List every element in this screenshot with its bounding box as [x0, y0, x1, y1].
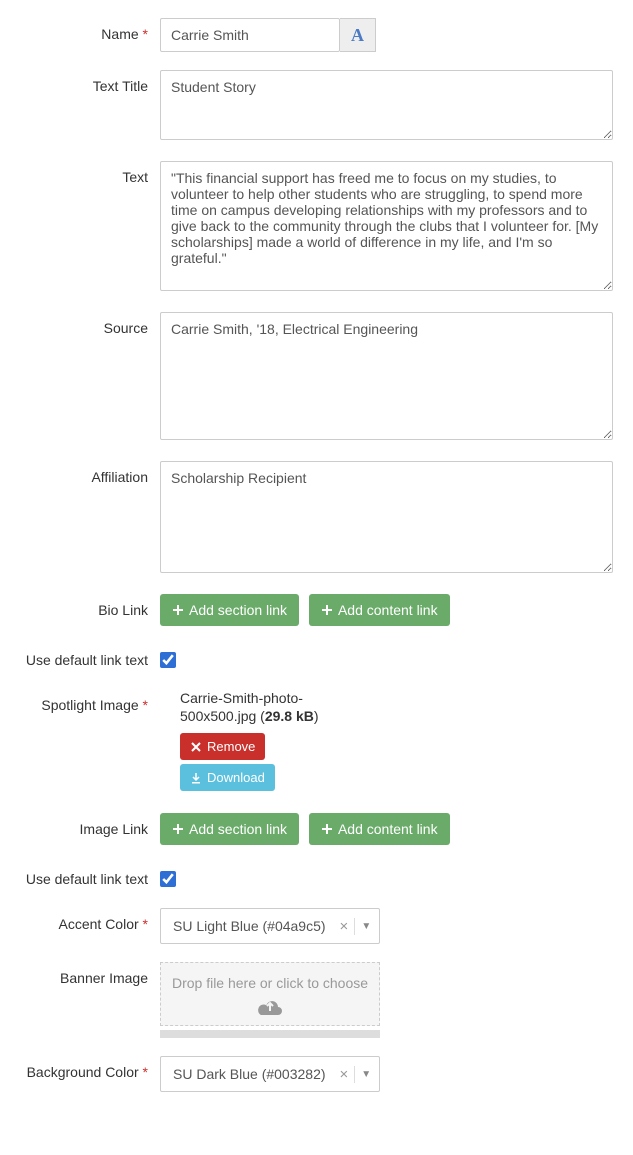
bio-add-content-link-button[interactable]: Add content link	[309, 594, 450, 626]
dropzone-progress	[160, 1030, 380, 1038]
use-default-link-text-bio-checkbox[interactable]	[160, 652, 176, 668]
download-icon	[190, 772, 202, 784]
download-button[interactable]: Download	[180, 764, 275, 791]
use-default-link-text-bio-label: Use default link text	[0, 644, 160, 671]
plus-icon	[321, 604, 333, 616]
name-label: Name *	[0, 18, 160, 52]
text-title-input[interactable]	[160, 70, 613, 140]
image-add-section-link-button[interactable]: Add section link	[160, 813, 299, 845]
background-color-select[interactable]: SU Dark Blue (#003282) × ▼	[160, 1056, 380, 1092]
text-input[interactable]	[160, 161, 613, 291]
chevron-down-icon: ▼	[361, 921, 371, 932]
use-default-link-text-image-checkbox[interactable]	[160, 871, 176, 887]
name-input[interactable]	[160, 18, 340, 52]
text-title-label: Text Title	[0, 70, 160, 143]
clear-icon[interactable]: ×	[334, 918, 356, 935]
x-icon	[190, 741, 202, 753]
plus-icon	[321, 823, 333, 835]
plus-icon	[172, 823, 184, 835]
bio-add-section-link-button[interactable]: Add section link	[160, 594, 299, 626]
banner-dropzone[interactable]: Drop file here or click to choose	[160, 962, 380, 1026]
banner-image-label: Banner Image	[0, 962, 160, 1038]
dropzone-text: Drop file here or click to choose	[171, 975, 369, 991]
spotlight-image-label: Spotlight Image *	[0, 689, 160, 795]
background-color-label: Background Color *	[0, 1056, 160, 1092]
font-icon[interactable]: A	[340, 18, 376, 52]
image-link-label: Image Link	[0, 813, 160, 845]
clear-icon[interactable]: ×	[334, 1066, 356, 1083]
cloud-upload-icon	[171, 997, 369, 1017]
spotlight-file-info: Carrie-Smith-photo-500x500.jpg (29.8 kB)	[180, 689, 360, 725]
source-input[interactable]	[160, 312, 613, 440]
remove-button[interactable]: Remove	[180, 733, 265, 760]
text-label: Text	[0, 161, 160, 294]
source-label: Source	[0, 312, 160, 443]
affiliation-input[interactable]	[160, 461, 613, 573]
affiliation-label: Affiliation	[0, 461, 160, 576]
chevron-down-icon: ▼	[361, 1069, 371, 1080]
use-default-link-text-image-label: Use default link text	[0, 863, 160, 890]
image-add-content-link-button[interactable]: Add content link	[309, 813, 450, 845]
accent-color-select[interactable]: SU Light Blue (#04a9c5) × ▼	[160, 908, 380, 944]
accent-color-label: Accent Color *	[0, 908, 160, 944]
bio-link-label: Bio Link	[0, 594, 160, 626]
plus-icon	[172, 604, 184, 616]
